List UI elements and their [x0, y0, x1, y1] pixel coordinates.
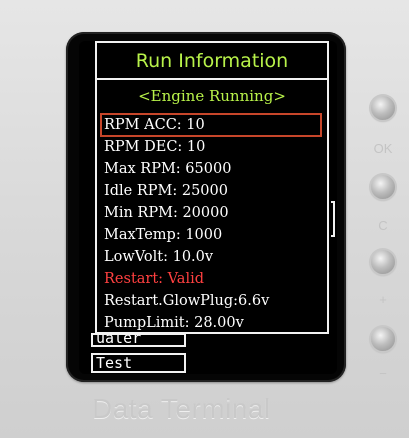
minus-label: − — [379, 366, 387, 381]
plus-label: + — [379, 292, 387, 307]
button-4[interactable] — [371, 327, 395, 351]
underlay-menu-edge — [331, 201, 335, 237]
brand-label: Data Terminal — [92, 393, 271, 424]
ok-label: OK — [373, 141, 393, 156]
row-rpm-acc[interactable]: RPM ACC: 10 — [100, 113, 322, 137]
row-restart[interactable]: Restart: Valid — [101, 268, 321, 290]
row-rpm-dec[interactable]: RPM DEC: 10 — [101, 136, 321, 158]
button-1[interactable] — [371, 96, 395, 120]
underlay-menu-item[interactable]: ualer — [91, 333, 186, 347]
run-information-dialog: Run Information <Engine Running> RPM ACC… — [95, 41, 329, 334]
row-max-rpm[interactable]: Max RPM: 65000 — [101, 158, 321, 180]
button-3[interactable] — [371, 250, 395, 274]
c-label: C — [378, 218, 388, 233]
lcd-screen: ualer Test Run Information <Engine Runni… — [79, 41, 337, 374]
run-info-list: RPM ACC: 10 RPM DEC: 10 Max RPM: 65000 I… — [100, 113, 322, 334]
engine-status: <Engine Running> — [138, 87, 286, 105]
row-min-rpm[interactable]: Min RPM: 20000 — [101, 202, 321, 224]
row-low-volt[interactable]: LowVolt: 10.0v — [101, 246, 321, 268]
test-menu-item[interactable]: Test — [91, 353, 186, 373]
row-max-temp[interactable]: MaxTemp: 1000 — [101, 224, 321, 246]
row-idle-rpm[interactable]: Idle RPM: 25000 — [101, 180, 321, 202]
dialog-title: Run Information — [135, 50, 289, 72]
data-terminal-device: ualer Test Run Information <Engine Runni… — [0, 0, 409, 438]
test-menu-item-label: Test — [96, 354, 133, 372]
row-pump-limit[interactable]: PumpLimit: 28.00v — [101, 312, 321, 334]
button-2[interactable] — [371, 175, 395, 199]
row-restart-glowplug[interactable]: Restart.GlowPlug:6.6v — [101, 290, 321, 312]
title-divider — [97, 78, 327, 80]
underlay-menu-item-label: ualer — [96, 333, 142, 347]
